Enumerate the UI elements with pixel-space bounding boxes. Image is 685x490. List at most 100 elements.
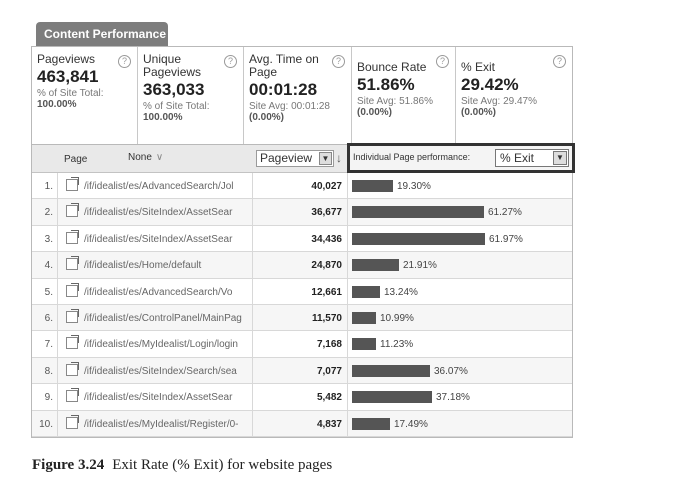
table-row: 4. /if/idealist/es/Home/default 24,870 21.9…: [32, 252, 572, 279]
exit-bar: [352, 311, 376, 324]
metric-subtext: Site Avg: 29.47%: [461, 96, 537, 107]
exit-bar: [352, 180, 393, 192]
metric-pageviews: Pageviews ? 463,841 % of Site Total: 100…: [32, 47, 138, 144]
external-link-icon[interactable]: [66, 388, 79, 403]
table-row: 6. /if/idealist/es/ControlPanel/MainPag 11…: [32, 304, 572, 332]
pageviews-value: 36,677: [252, 199, 348, 225]
table-row: 1. /if/idealist/es/AdvancedSearch/Jol 40,0…: [32, 173, 572, 200]
exit-bar: [352, 206, 484, 219]
pageviews-value: 34,436: [252, 225, 348, 252]
page-path-link[interactable]: /if/idealist/es/MyIdealist/Register/0-: [84, 419, 248, 430]
page-path-link[interactable]: /if/idealist/es/Home/default: [84, 260, 248, 271]
exit-percent-label: 36.07%: [434, 365, 468, 377]
metrics-summary: Pageviews ? 463,841 % of Site Total: 100…: [32, 47, 572, 145]
chevron-down-icon: ▼: [319, 152, 332, 165]
pageviews-value: 24,870: [252, 252, 348, 278]
table-row: 7. /if/idealist/es/MyIdealist/Login/login…: [32, 331, 572, 358]
pageviews-value: 11,570: [252, 304, 348, 331]
exit-bar-cell: 21.91%: [352, 259, 567, 272]
exit-bar-cell: 17.49%: [352, 417, 567, 430]
external-link-icon[interactable]: [66, 414, 79, 429]
page-path-link[interactable]: /if/idealist/es/SiteIndex/AssetSear: [84, 207, 248, 218]
table-row: 3. /if/idealist/es/SiteIndex/AssetSear 34,…: [32, 225, 572, 253]
page-path-link[interactable]: /if/idealist/es/SiteIndex/AssetSear: [84, 392, 248, 403]
metric-subtext-value: (0.00%): [249, 112, 285, 123]
external-link-icon[interactable]: [66, 308, 79, 323]
figure-number: Figure 3.24: [32, 457, 105, 473]
figure-caption-text: Exit Rate (% Exit) for website pages: [112, 457, 333, 473]
page-path-link[interactable]: /if/idealist/es/MyIdealist/Login/login: [84, 339, 248, 350]
exit-select-value: % Exit: [500, 151, 535, 165]
exit-bar-cell: 13.24%: [352, 285, 567, 298]
exit-percent-label: 19.30%: [397, 181, 431, 192]
external-link-icon[interactable]: [66, 256, 79, 271]
individual-page-performance-control: Individual Page performance: % Exit ▼: [347, 143, 575, 173]
metric-title: Avg. Time on Page: [249, 52, 319, 79]
row-index: 8.: [32, 357, 58, 384]
help-icon[interactable]: ?: [224, 55, 237, 68]
exit-percent-label: 37.18%: [436, 392, 470, 404]
row-index: 1.: [32, 173, 58, 199]
metric-value: 29.42%: [461, 75, 519, 94]
pageviews-select-value: Pageview: [260, 151, 313, 165]
page-path-link[interactable]: /if/idealist/es/AdvancedSearch/Jol: [84, 181, 248, 192]
chevron-down-icon: ▼: [553, 151, 567, 165]
page-path-link[interactable]: /if/idealist/es/AdvancedSearch/Vo: [84, 287, 248, 298]
row-index: 4.: [32, 252, 58, 278]
row-index: 2.: [32, 199, 58, 225]
pageviews-value: 5,482: [252, 384, 348, 410]
table-row: 5. /if/idealist/es/AdvancedSearch/Vo 12,66…: [32, 278, 572, 305]
exit-bar: [352, 285, 380, 298]
table-row: 9. /if/idealist/es/SiteIndex/AssetSear 5,4…: [32, 384, 572, 411]
exit-bar-cell: 19.30%: [352, 180, 567, 192]
page-path-link[interactable]: /if/idealist/es/SiteIndex/AssetSear: [84, 234, 248, 245]
table-body: 1. /if/idealist/es/AdvancedSearch/Jol 40,0…: [32, 173, 572, 437]
metric-bounce-rate: Bounce Rate ? 51.86% Site Avg: 51.86% (0…: [352, 47, 456, 144]
metric-exit: % Exit ? 29.42% Site Avg: 29.47% (0.00%): [456, 47, 572, 144]
figure-caption: Figure 3.24 Exit Rate (% Exit) for websit…: [32, 457, 332, 474]
tab-content-performance[interactable]: Content Performance: [36, 22, 168, 46]
metric-subtext: % of Site Total:: [143, 101, 210, 112]
exit-bar: [352, 417, 390, 430]
metric-subtext: Site Avg: 51.86%: [357, 96, 433, 107]
secondary-dimension-value: None: [128, 152, 152, 163]
sort-descending-icon[interactable]: ↓: [336, 151, 342, 165]
table-row: 2. /if/idealist/es/SiteIndex/AssetSear 36,…: [32, 199, 572, 226]
external-link-icon[interactable]: [66, 282, 79, 297]
help-icon[interactable]: ?: [436, 55, 449, 68]
metric-avg-time-on-page: Avg. Time on Page ? 00:01:28 Site Avg: 0…: [244, 47, 352, 144]
row-index: 10.: [32, 410, 58, 436]
exit-bar: [352, 338, 376, 351]
metric-subtext-value: 100.00%: [37, 99, 77, 110]
pageviews-column-select[interactable]: Pageview ▼: [256, 150, 334, 167]
exit-percent-label: 21.91%: [403, 260, 437, 272]
pageviews-value: 12,661: [252, 278, 348, 304]
external-link-icon[interactable]: [66, 335, 79, 350]
metric-value: 00:01:28: [249, 80, 318, 99]
external-link-icon[interactable]: [66, 229, 79, 244]
exit-metric-select[interactable]: % Exit ▼: [495, 149, 569, 167]
metric-subtext: Site Avg: 00:01:28: [249, 101, 330, 112]
external-link-icon[interactable]: [66, 177, 79, 191]
exit-bar-cell: 37.18%: [352, 391, 567, 404]
pageviews-value: 4,837: [252, 410, 348, 436]
exit-percent-label: 11.23%: [380, 339, 414, 351]
table-row: 10. /if/idealist/es/MyIdealist/Register/0…: [32, 410, 572, 437]
column-header-page[interactable]: Page: [64, 154, 87, 165]
content-performance-panel: Pageviews ? 463,841 % of Site Total: 100…: [31, 46, 575, 438]
help-icon[interactable]: ?: [332, 55, 345, 68]
row-index: 7.: [32, 331, 58, 357]
page-path-link[interactable]: /if/idealist/es/ControlPanel/MainPag: [84, 313, 248, 324]
exit-bar-cell: 10.99%: [352, 311, 567, 324]
row-index: 6.: [32, 304, 58, 331]
page-path-link[interactable]: /if/idealist/es/SiteIndex/Search/sea: [84, 366, 248, 377]
help-icon[interactable]: ?: [118, 55, 131, 68]
pageviews-value: 7,168: [252, 331, 348, 357]
row-index: 5.: [32, 278, 58, 304]
external-link-icon[interactable]: [66, 361, 79, 376]
external-link-icon[interactable]: [66, 203, 79, 218]
table-row: 8. /if/idealist/es/SiteIndex/Search/sea 7,…: [32, 357, 572, 385]
exit-bar: [352, 232, 485, 245]
secondary-dimension-select[interactable]: None ∨: [128, 151, 186, 166]
help-icon[interactable]: ?: [553, 55, 566, 68]
